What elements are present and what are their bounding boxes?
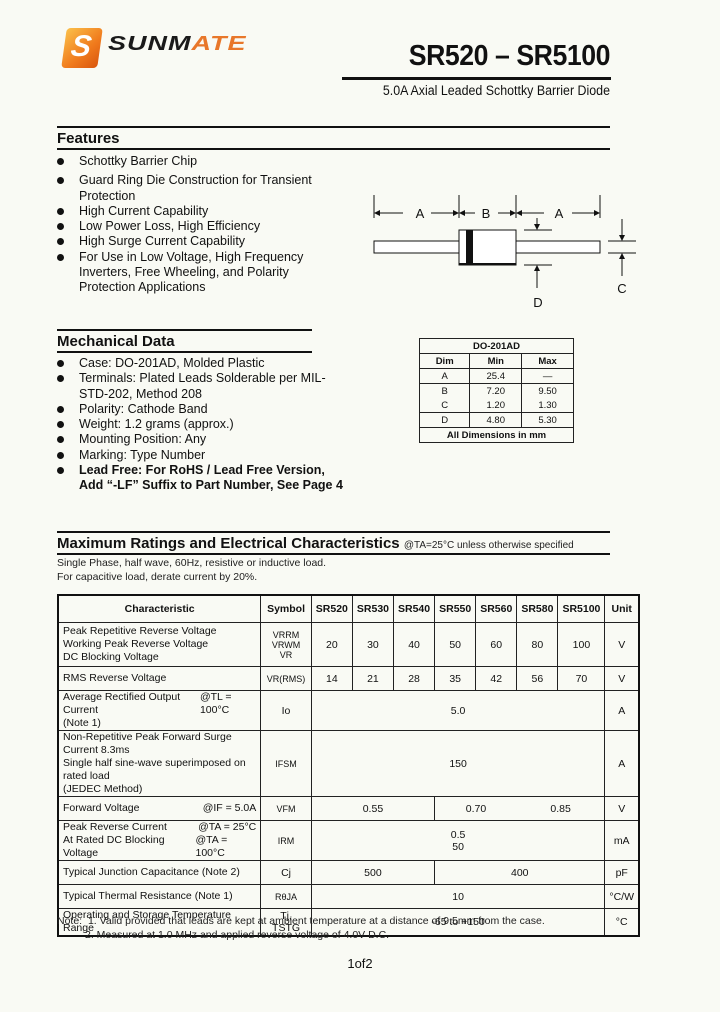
table-row: Peak Repetitive Reverse Voltage Working P…: [57, 622, 640, 667]
feature-item: Low Power Loss, High Efficiency: [54, 219, 314, 234]
dim-row: A 25.4—: [418, 368, 574, 384]
features-top-rule: [57, 126, 610, 128]
dim-row: C 1.20 1.30: [418, 398, 574, 413]
ratings-title: Maximum Ratings and Electrical Character…: [57, 535, 574, 552]
page-subtitle: 5.0A Axial Leaded Schottky Barrier Diode: [382, 83, 610, 98]
dim-row: B 7.20 9.50: [418, 383, 574, 398]
mechanical-item: Mounting Position: Any: [54, 432, 354, 447]
title-rule: [342, 77, 611, 80]
ratings-conditions: Single Phase, half wave, 60Hz, resistive…: [57, 557, 327, 583]
mechanical-item: Weight: 1.2 grams (approx.): [54, 417, 354, 432]
ratings-bottom-rule: [57, 553, 610, 555]
dim-label-c: C: [617, 281, 626, 296]
feature-item: High Current Capability: [54, 204, 314, 219]
table-row: Average Rectified Output Current @TL = 10…: [57, 690, 640, 731]
lead-free-item: Lead Free: For RoHS / Lead Free Version,…: [54, 463, 354, 494]
dim-label-d: D: [533, 295, 542, 310]
dim-footer: All Dimensions in mm: [419, 427, 574, 443]
dimension-table: DO-201AD Dim Min Max A 25.4— B 7.20 9.50 C 1.2…: [418, 338, 574, 443]
brand-name: SUNMATE: [108, 32, 247, 55]
feature-item: For Use in Low Voltage, High Frequency I…: [54, 250, 314, 296]
dim-label-b: B: [482, 206, 491, 221]
mechanical-top-rule: [57, 329, 312, 331]
feature-item: High Surge Current Capability: [54, 234, 314, 249]
mechanical-item: Case: DO-201AD, Molded Plastic: [54, 356, 354, 371]
table-header-row: Characteristic Symbol SR520 SR530 SR540 …: [57, 594, 640, 623]
mechanical-item: Polarity: Cathode Band: [54, 402, 354, 417]
logo-mark-icon: S: [61, 28, 103, 68]
mechanical-item: Marking: Type Number: [54, 448, 354, 463]
mechanical-bottom-rule: [57, 351, 312, 353]
footnotes: Note: 1. Valid provided that leads are k…: [57, 915, 545, 941]
ratings-table: Characteristic Symbol SR520 SR530 SR540 …: [57, 594, 640, 937]
features-bottom-rule: [57, 148, 610, 150]
table-row: Typical Thermal Resistance (Note 1) RθJA…: [57, 884, 640, 909]
mechanical-title: Mechanical Data: [57, 333, 175, 350]
feature-item: Schottky Barrier Chip: [54, 154, 314, 169]
features-list: Schottky Barrier Chip Guard Ring Die Con…: [54, 154, 314, 296]
dim-label-a: A: [555, 206, 564, 221]
mechanical-list: Case: DO-201AD, Molded Plastic Terminals…: [54, 356, 354, 494]
mechanical-item: Terminals: Plated Leads Solderable per M…: [54, 371, 354, 402]
dim-label-a: A: [416, 206, 425, 221]
brand-logo: S SUNMATE: [61, 24, 252, 74]
table-row: Non-Repetitive Peak Forward Surge Curren…: [57, 730, 640, 797]
dim-package: DO-201AD: [419, 338, 574, 354]
table-row: RMS Reverse Voltage VR(RMS) 14 21 28 35 42 56…: [57, 666, 640, 691]
table-row: Typical Junction Capacitance (Note 2) Cj…: [57, 860, 640, 885]
ratings-top-rule: [57, 531, 610, 533]
features-title: Features: [57, 130, 120, 147]
package-outline-diagram: A B A C D: [373, 195, 636, 310]
table-row: Forward Voltage @IF = 5.0A VFM 0.55 0.70 …: [57, 796, 640, 821]
dim-row: D 4.80 5.30: [418, 412, 574, 428]
feature-item: Guard Ring Die Construction for Transien…: [54, 173, 314, 204]
page-title: SR520 – SR5100: [408, 40, 611, 72]
table-row: Peak Reverse Current @TA = 25°C At Rated D…: [57, 820, 640, 861]
page-number: 1of2: [347, 956, 373, 971]
